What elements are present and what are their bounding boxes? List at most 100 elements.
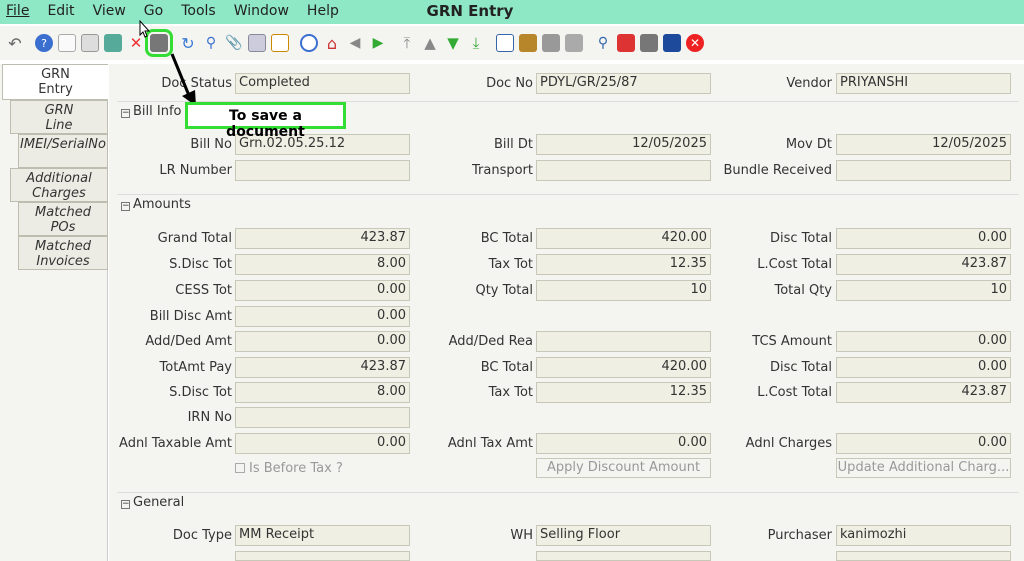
sdisc-tot-2-field[interactable]: 8.00 <box>235 382 410 403</box>
first-record-icon[interactable]: ⤒ <box>398 34 416 52</box>
doc-type-label: Doc Type <box>172 528 232 543</box>
window-title: GRN Entry <box>426 2 514 20</box>
partial-field[interactable] <box>836 551 1011 561</box>
totamt-pay-field[interactable]: 423.87 <box>235 357 410 378</box>
last-record-icon[interactable]: ⤓ <box>467 34 485 52</box>
next-record-icon[interactable]: ▼ <box>444 34 462 52</box>
qty-total-label: Qty Total <box>475 283 533 298</box>
new-record-icon[interactable] <box>58 34 76 52</box>
tab-label-line: Line <box>45 118 73 133</box>
sdisc-tot-label: S.Disc Tot <box>169 257 232 272</box>
tab-matched-pos[interactable]: Matched POs <box>18 202 108 236</box>
add-ded-rea-field[interactable] <box>536 331 711 352</box>
mov-dt-field[interactable]: 12/05/2025 <box>836 134 1011 155</box>
vendor-field[interactable]: PRIYANSHI <box>836 73 1011 94</box>
doc-no-field[interactable]: PDYL/GR/25/87 <box>536 73 711 94</box>
tcs-amount-field[interactable]: 0.00 <box>836 331 1011 352</box>
qty-total-field[interactable]: 10 <box>536 280 711 301</box>
bc-total-2-field[interactable]: 420.00 <box>536 357 711 378</box>
tax-tot-2-field[interactable]: 12.35 <box>536 382 711 403</box>
partial-field[interactable] <box>536 551 711 561</box>
attachment-icon[interactable]: 📎 <box>225 34 243 52</box>
checkbox-box[interactable] <box>235 463 245 473</box>
tab-additional-charges[interactable]: Additional Charges <box>10 168 108 202</box>
request-icon[interactable] <box>663 34 681 52</box>
adnl-taxable-amt-field[interactable]: 0.00 <box>235 433 410 454</box>
home-icon[interactable]: ⌂ <box>323 34 341 53</box>
lcost-total-2-field[interactable]: 423.87 <box>836 382 1011 403</box>
irn-no-field[interactable] <box>235 407 410 428</box>
bundle-received-label: Bundle Received <box>723 163 832 178</box>
update-additional-charges-button[interactable]: Update Additional Charg... <box>836 458 1011 478</box>
bill-disc-amt-field[interactable]: 0.00 <box>235 306 410 327</box>
print-icon[interactable] <box>565 34 583 52</box>
forward-icon[interactable]: ▶ <box>369 34 387 52</box>
lr-number-label: LR Number <box>159 163 232 178</box>
history-icon[interactable] <box>300 34 318 52</box>
bc-total-2-label: BC Total <box>480 360 533 375</box>
bundle-received-field[interactable] <box>836 160 1011 181</box>
tax-tot-label: Tax Tot <box>488 257 533 272</box>
toolbar: ↶ ? ✕ ↻ ⚲ 📎 ⌂ ◀ ▶ ⤒ ▲ ▼ ⤓ ⚲ ✕ <box>0 26 1024 60</box>
purchaser-field[interactable]: kanimozhi <box>836 525 1011 546</box>
add-ded-rea-label: Add/Ded Rea <box>448 334 533 349</box>
section-amounts[interactable]: − Amounts <box>117 194 1019 214</box>
doc-status-field[interactable]: Completed <box>235 73 410 94</box>
tab-label-line: Matched <box>35 205 91 220</box>
workflow-icon[interactable] <box>617 34 635 52</box>
product-info-icon[interactable] <box>640 34 658 52</box>
bc-total-field[interactable]: 420.00 <box>536 228 711 249</box>
back-icon[interactable]: ◀ <box>346 34 364 52</box>
find-icon[interactable]: ⚲ <box>202 34 220 52</box>
adnl-charges-label: Adnl Charges <box>745 436 832 451</box>
section-general[interactable]: − General <box>117 492 1019 512</box>
collapse-icon[interactable]: − <box>121 202 130 211</box>
report-icon[interactable] <box>496 34 514 52</box>
disc-total-2-field[interactable]: 0.00 <box>836 357 1011 378</box>
apply-discount-button[interactable]: Apply Discount Amount <box>536 458 711 478</box>
chat-icon[interactable] <box>248 34 266 52</box>
wh-field[interactable]: Selling Floor <box>536 525 711 546</box>
disc-total-field[interactable]: 0.00 <box>836 228 1011 249</box>
tab-matched-invoices[interactable]: Matched Invoices <box>18 236 108 270</box>
tab-grn-line[interactable]: GRN Line <box>10 100 108 134</box>
doc-type-field[interactable]: MM Receipt <box>235 525 410 546</box>
sdisc-tot-2-label: S.Disc Tot <box>169 385 232 400</box>
copy-record-icon[interactable] <box>81 34 99 52</box>
tax-tot-field[interactable]: 12.35 <box>536 254 711 275</box>
totamt-pay-label: TotAmt Pay <box>159 360 232 375</box>
close-window-icon[interactable]: ✕ <box>686 34 704 52</box>
tab-imei-serialno[interactable]: IMEI/SerialNo <box>18 134 108 168</box>
tab-label-line: IMEI/SerialNo <box>20 137 106 152</box>
partial-field[interactable] <box>235 551 410 561</box>
adnl-charges-field[interactable]: 0.00 <box>836 433 1011 454</box>
previous-record-icon[interactable]: ▲ <box>421 34 439 52</box>
total-qty-field[interactable]: 10 <box>836 280 1011 301</box>
bill-dt-label: Bill Dt <box>494 137 533 152</box>
section-title: Amounts <box>133 197 191 212</box>
refresh-record-icon[interactable] <box>104 34 122 52</box>
lr-number-field[interactable] <box>235 160 410 181</box>
sdisc-tot-field[interactable]: 8.00 <box>235 254 410 275</box>
grand-total-field[interactable]: 423.87 <box>235 228 410 249</box>
bill-disc-amt-label: Bill Disc Amt <box>149 309 232 324</box>
tab-label-line: Invoices <box>36 254 90 269</box>
help-icon[interactable]: ? <box>35 34 53 52</box>
collapse-icon[interactable]: − <box>121 109 130 118</box>
adnl-tax-amt-field[interactable]: 0.00 <box>536 433 711 454</box>
archive-icon[interactable] <box>519 34 537 52</box>
print-preview-icon[interactable] <box>542 34 560 52</box>
tab-label-line: POs <box>50 220 76 235</box>
undo-icon[interactable]: ↶ <box>6 34 24 53</box>
transport-field[interactable] <box>536 160 711 181</box>
bill-dt-field[interactable]: 12/05/2025 <box>536 134 711 155</box>
grid-toggle-icon[interactable] <box>271 34 289 52</box>
zoom-across-icon[interactable]: ⚲ <box>594 34 612 52</box>
tab-grn-entry[interactable]: GRN Entry <box>2 64 108 100</box>
is-before-tax-checkbox[interactable]: Is Before Tax ? <box>235 461 343 476</box>
lcost-total-2-label: L.Cost Total <box>757 385 832 400</box>
lcost-total-field[interactable]: 423.87 <box>836 254 1011 275</box>
add-ded-amt-field[interactable]: 0.00 <box>235 331 410 352</box>
cess-tot-field[interactable]: 0.00 <box>235 280 410 301</box>
collapse-icon[interactable]: − <box>121 500 130 509</box>
